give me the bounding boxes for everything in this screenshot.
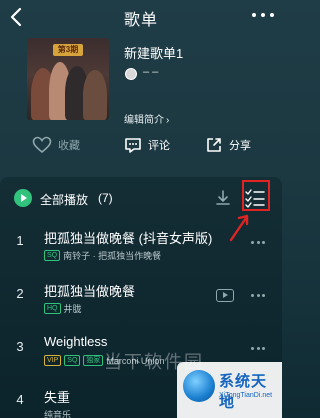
playlist-cover[interactable]: 第3期 — [27, 38, 109, 120]
song-title: 失重 — [44, 390, 71, 405]
song-artist-album: 井胧 — [63, 304, 82, 314]
song-row[interactable]: 2 把孤独当做晚餐 HQ 井胧 — [0, 276, 282, 328]
watermark-name: 系统天地 — [219, 373, 268, 411]
quality-tag: SQ — [44, 250, 61, 261]
play-all-button[interactable]: 全部播放 — [40, 191, 88, 208]
song-index: 3 — [16, 339, 24, 354]
playlist-name: 新建歌单1 — [124, 46, 184, 61]
globe-icon — [183, 370, 215, 402]
song-title: Weightless — [44, 334, 108, 349]
song-count: (7) — [98, 191, 113, 205]
page-title: 歌单 — [123, 12, 158, 29]
action-bar: 收藏 评论 分享 — [0, 131, 282, 159]
play-all-icon[interactable] — [14, 189, 32, 207]
share-icon — [207, 138, 221, 152]
edit-intro-link[interactable]: 编辑简介 › — [124, 111, 169, 126]
song-meta: SQ 南铃子 · 把孤独当作晚餐 — [44, 249, 161, 262]
song-meta: 纯音乐 — [44, 408, 71, 418]
share-button[interactable]: 分享 — [205, 131, 251, 159]
more-options-icon[interactable] — [252, 11, 274, 19]
creator-name[interactable]: – – — [143, 66, 158, 78]
chevron-right-icon: › — [166, 115, 170, 126]
watermark-url: XiTongTianDi.net — [219, 392, 273, 399]
edit-intro-label: 编辑简介 — [124, 115, 164, 126]
favorite-label: 收藏 — [58, 140, 80, 152]
song-artist-album: 纯音乐 — [44, 410, 72, 418]
comment-icon — [125, 137, 141, 153]
quality-tag: SQ — [64, 355, 81, 366]
mv-play-icon[interactable] — [216, 289, 234, 302]
song-meta: HQ 井胧 — [44, 302, 82, 315]
top-bar: 歌单 — [0, 0, 282, 34]
vip-tag: VIP — [44, 355, 62, 366]
song-title: 把孤独当做晚餐 (抖音女声版) — [44, 231, 213, 246]
song-more-icon[interactable] — [251, 241, 265, 245]
song-more-icon[interactable] — [251, 294, 265, 298]
download-icon[interactable] — [214, 189, 232, 207]
quality-tag: HQ — [44, 303, 61, 314]
play-all-row: 全部播放 (7) — [0, 183, 282, 213]
creator-avatar[interactable] — [125, 68, 137, 80]
highlight-box — [242, 180, 270, 211]
share-label: 分享 — [229, 140, 251, 152]
song-title: 把孤独当做晚餐 — [44, 284, 136, 299]
song-index: 1 — [16, 233, 24, 248]
song-artist-album: 南铃子 · 把孤独当作晚餐 — [63, 251, 162, 261]
watermark-logo: 系统天地 XiTongTianDi.net — [177, 362, 282, 418]
song-more-icon[interactable] — [251, 347, 265, 351]
comment-button[interactable]: 评论 — [124, 131, 170, 159]
heart-icon — [32, 136, 52, 154]
song-index: 4 — [16, 392, 24, 407]
comment-label: 评论 — [148, 140, 170, 152]
cover-badge: 第3期 — [53, 44, 83, 56]
song-index: 2 — [16, 286, 24, 301]
exclusive-tag: 独家 — [83, 355, 104, 366]
red-arrow-icon — [229, 214, 249, 242]
favorite-button[interactable]: 收藏 — [32, 131, 80, 159]
